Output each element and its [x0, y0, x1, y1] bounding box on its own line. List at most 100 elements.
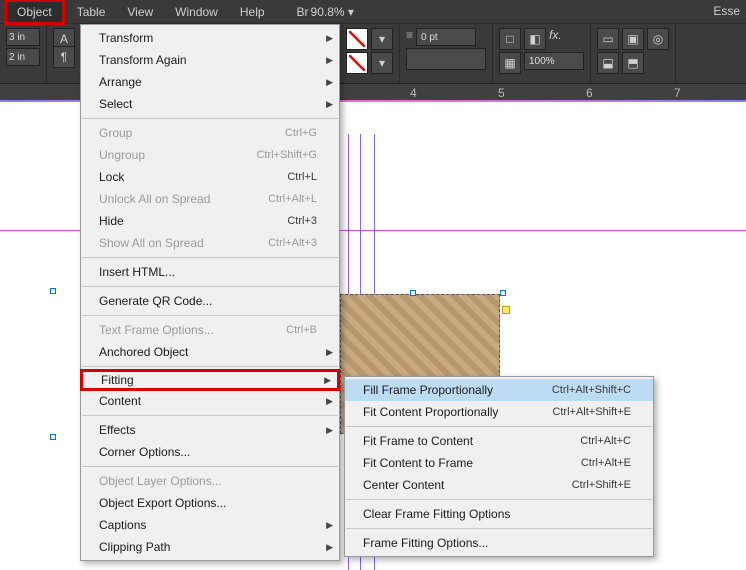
selection-handle[interactable]: [50, 288, 56, 294]
x-field[interactable]: 3 in: [6, 28, 40, 46]
object-menu-anchored-object[interactable]: Anchored Object▶: [81, 341, 339, 363]
fx-label[interactable]: fx.: [549, 28, 562, 50]
bridge-icon[interactable]: Br: [297, 5, 309, 19]
selection-handle[interactable]: [50, 434, 56, 440]
object-menu-clipping-path[interactable]: Clipping Path▶: [81, 536, 339, 558]
object-menu-corner-options[interactable]: Corner Options...: [81, 441, 339, 463]
object-menu-select[interactable]: Select ▶: [81, 93, 339, 115]
stroke-style-dropdown[interactable]: [406, 48, 486, 70]
submenu-arrow-icon: ▶: [326, 33, 333, 44]
opacity-icon: ▦: [499, 52, 521, 74]
menu-item-label: Fill Frame Proportionally: [363, 383, 522, 397]
menu-help[interactable]: Help: [230, 2, 275, 22]
content-grabber-icon[interactable]: [502, 306, 510, 314]
stroke-swatch[interactable]: [346, 52, 368, 74]
menu-item-label: Corner Options...: [99, 445, 317, 459]
object-menu-transform[interactable]: Transform▶: [81, 27, 339, 49]
object-menu-effects[interactable]: Effects▶: [81, 419, 339, 441]
menu-item-shortcut: Ctrl+B: [286, 324, 317, 336]
menu-separator: [82, 286, 338, 287]
opacity-field[interactable]: 100%: [524, 52, 584, 70]
object-menu-object-layer-options: Object Layer Options...: [81, 470, 339, 492]
menu-item-label: Transform Again: [99, 53, 317, 67]
menu-item-label: Lock: [99, 170, 257, 184]
menu-object[interactable]: Object: [4, 0, 65, 25]
fill-dropdown-icon[interactable]: ▾: [371, 28, 393, 50]
submenu-arrow-icon: ▶: [326, 396, 333, 407]
menu-item-shortcut: Ctrl+Alt+C: [580, 435, 631, 447]
menu-separator: [82, 466, 338, 467]
object-menu-transform-again[interactable]: Transform Again▶: [81, 49, 339, 71]
menu-item-label: Fit Content to Frame: [363, 456, 551, 470]
menu-table[interactable]: Table: [67, 2, 116, 22]
menu-separator: [82, 415, 338, 416]
menu-item-label: Clear Frame Fitting Options: [363, 507, 631, 521]
text-wrap-none-icon[interactable]: ▭: [597, 28, 619, 50]
menu-view[interactable]: View: [117, 2, 163, 22]
text-wrap-bbox-icon[interactable]: ▣: [622, 28, 644, 50]
menu-separator: [82, 118, 338, 119]
menu-item-label: Object Export Options...: [99, 496, 317, 510]
object-menu-unlock-all-on-spread: Unlock All on SpreadCtrl+Alt+L: [81, 188, 339, 210]
drop-shadow-icon[interactable]: ◧: [524, 28, 546, 50]
text-wrap-shape-icon[interactable]: ◎: [647, 28, 669, 50]
menu-item-label: Unlock All on Spread: [99, 192, 238, 206]
menu-item-label: Anchored Object: [99, 345, 317, 359]
menu-item-shortcut: Ctrl+3: [287, 215, 317, 227]
menu-item-shortcut: Ctrl+Alt+Shift+E: [552, 406, 631, 418]
object-menu-insert-html[interactable]: Insert HTML...: [81, 261, 339, 283]
menu-item-label: Generate QR Code...: [99, 294, 317, 308]
text-wrap-jump-icon[interactable]: ⬓: [597, 52, 619, 74]
stroke-weight[interactable]: 0 pt: [416, 28, 476, 46]
object-menu-group: GroupCtrl+G: [81, 122, 339, 144]
fitting-menu-fill-frame-proportionally[interactable]: Fill Frame Proportionally Ctrl+Alt+Shift+…: [345, 379, 653, 401]
menu-item-label: Ungroup: [99, 148, 226, 162]
menu-item-label: Object Layer Options...: [99, 474, 317, 488]
menu-item-label: Center Content: [363, 478, 542, 492]
menu-item-shortcut: Ctrl+L: [287, 171, 317, 183]
fitting-menu-fit-content-proportionally[interactable]: Fit Content Proportionally Ctrl+Alt+Shift…: [345, 401, 653, 423]
object-menu-generate-qr-code[interactable]: Generate QR Code...: [81, 290, 339, 312]
fitting-menu-fit-frame-to-content[interactable]: Fit Frame to Content Ctrl+Alt+C: [345, 430, 653, 452]
menu-separator: [346, 426, 652, 427]
fitting-menu-fit-content-to-frame[interactable]: Fit Content to Frame Ctrl+Alt+E: [345, 452, 653, 474]
submenu-arrow-icon: ▶: [326, 77, 333, 88]
object-menu-content[interactable]: Content ▶: [81, 390, 339, 412]
object-menu-text-frame-options: Text Frame Options...Ctrl+B: [81, 319, 339, 341]
text-wrap-next-icon[interactable]: ⬒: [622, 52, 644, 74]
effects-none-icon[interactable]: □: [499, 28, 521, 50]
selection-handle[interactable]: [500, 290, 506, 296]
menu-item-label: Content: [99, 394, 317, 408]
object-menu-object-export-options[interactable]: Object Export Options...: [81, 492, 339, 514]
zoom-value: 90.8%: [311, 5, 345, 19]
menu-item-label: Group: [99, 126, 255, 140]
stroke-dropdown-icon[interactable]: ▾: [371, 52, 393, 74]
fitting-menu-frame-fitting-options[interactable]: Frame Fitting Options...: [345, 532, 653, 554]
menu-item-label: Captions: [99, 518, 317, 532]
y-field[interactable]: 2 in: [6, 48, 40, 66]
fill-swatch[interactable]: [346, 28, 368, 50]
submenu-arrow-icon: ▶: [326, 99, 333, 110]
para-formatting-icon[interactable]: ¶: [53, 46, 75, 68]
object-menu-arrange[interactable]: Arrange▶: [81, 71, 339, 93]
menu-item-shortcut: Ctrl+Alt+Shift+C: [552, 384, 631, 396]
object-menu-lock[interactable]: Lock Ctrl+L: [81, 166, 339, 188]
zoom-dropdown[interactable]: 90.8% ▾: [311, 5, 354, 19]
menu-item-label: Fit Content Proportionally: [363, 405, 522, 419]
fitting-menu-clear-frame-fitting-options[interactable]: Clear Frame Fitting Options: [345, 503, 653, 525]
menu-item-label: Select: [99, 97, 317, 111]
menu-item-label: Fit Frame to Content: [363, 434, 550, 448]
ruler-tick: 5: [498, 86, 505, 100]
object-menu-captions[interactable]: Captions▶: [81, 514, 339, 536]
object-menu-fitting[interactable]: Fitting▶: [80, 369, 340, 391]
menu-item-shortcut: Ctrl+Alt+E: [581, 457, 631, 469]
fitting-menu-center-content[interactable]: Center ContentCtrl+Shift+E: [345, 474, 653, 496]
workspace-label[interactable]: Esse: [713, 4, 740, 18]
selection-handle[interactable]: [410, 290, 416, 296]
menu-item-label: Show All on Spread: [99, 236, 238, 250]
object-menu-hide[interactable]: HideCtrl+3: [81, 210, 339, 232]
submenu-arrow-icon: ▶: [324, 375, 331, 386]
menu-window[interactable]: Window: [165, 2, 228, 22]
ruler-tick: 4: [410, 86, 417, 100]
menu-item-label: Clipping Path: [99, 540, 317, 554]
